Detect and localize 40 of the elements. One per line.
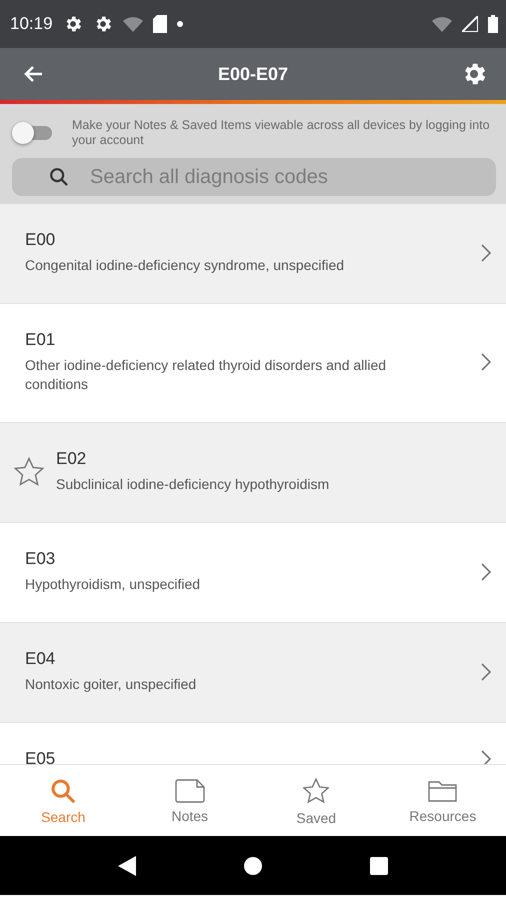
nav-tab[interactable]: Notes bbox=[126, 765, 253, 836]
status-time: 10:19 bbox=[10, 14, 53, 34]
chevron-right-icon bbox=[480, 662, 492, 680]
code-label: E05 bbox=[25, 749, 56, 764]
chevron-right-icon bbox=[480, 244, 492, 262]
code-label: E00 bbox=[25, 230, 56, 250]
search-icon bbox=[49, 776, 78, 804]
code-list-item[interactable]: E02 Subclinical iodine-deficiency hypothyroidism bbox=[0, 423, 506, 523]
home-icon[interactable] bbox=[244, 856, 262, 874]
code-list-item[interactable]: E04 Nontoxic goiter, unspecified bbox=[0, 623, 506, 723]
note-icon bbox=[174, 778, 206, 804]
search-field[interactable]: Search all diagnosis codes bbox=[12, 158, 496, 196]
sync-message: Make your Notes & Saved Items viewable across all devices by logging into your account bbox=[72, 118, 491, 148]
code-description: Congenital iodine-deficiency syndrome, unspecified bbox=[25, 256, 346, 275]
star-icon bbox=[301, 776, 332, 806]
code-list-item[interactable]: E00 Congenital iodine-deficiency syndrome, unspecified bbox=[0, 204, 506, 304]
code-description: Other iodine-deficiency related thyroid disorders and allied conditions bbox=[25, 356, 388, 394]
screen-title: E00-E07 bbox=[216, 64, 290, 84]
code-label: E01 bbox=[25, 330, 56, 350]
chevron-right-icon bbox=[480, 353, 492, 371]
code-label: E04 bbox=[25, 649, 56, 669]
wifi-icon bbox=[432, 16, 452, 32]
signal-icon bbox=[462, 16, 478, 32]
star-icon[interactable] bbox=[12, 454, 46, 488]
code-description: Nontoxic goiter, unspecified bbox=[25, 675, 198, 694]
back-icon[interactable] bbox=[118, 856, 136, 876]
chevron-right-icon bbox=[480, 562, 492, 580]
nav-tab[interactable]: Saved bbox=[253, 765, 380, 836]
code-label: E02 bbox=[56, 449, 88, 469]
battery-icon bbox=[488, 15, 498, 33]
code-description: Subclinical iodine-deficiency hypothyroidism bbox=[56, 475, 330, 494]
dot-icon bbox=[176, 21, 183, 27]
code-label: E03 bbox=[25, 549, 56, 569]
chevron-right-icon bbox=[480, 750, 492, 764]
code-description: Hypothyroidism, unspecified bbox=[25, 575, 202, 594]
sd-card-icon bbox=[152, 15, 167, 33]
nav-tab[interactable]: Resources bbox=[380, 765, 506, 836]
sync-toggle[interactable] bbox=[12, 122, 54, 144]
recents-icon[interactable] bbox=[370, 856, 388, 874]
wifi-icon bbox=[122, 16, 143, 32]
